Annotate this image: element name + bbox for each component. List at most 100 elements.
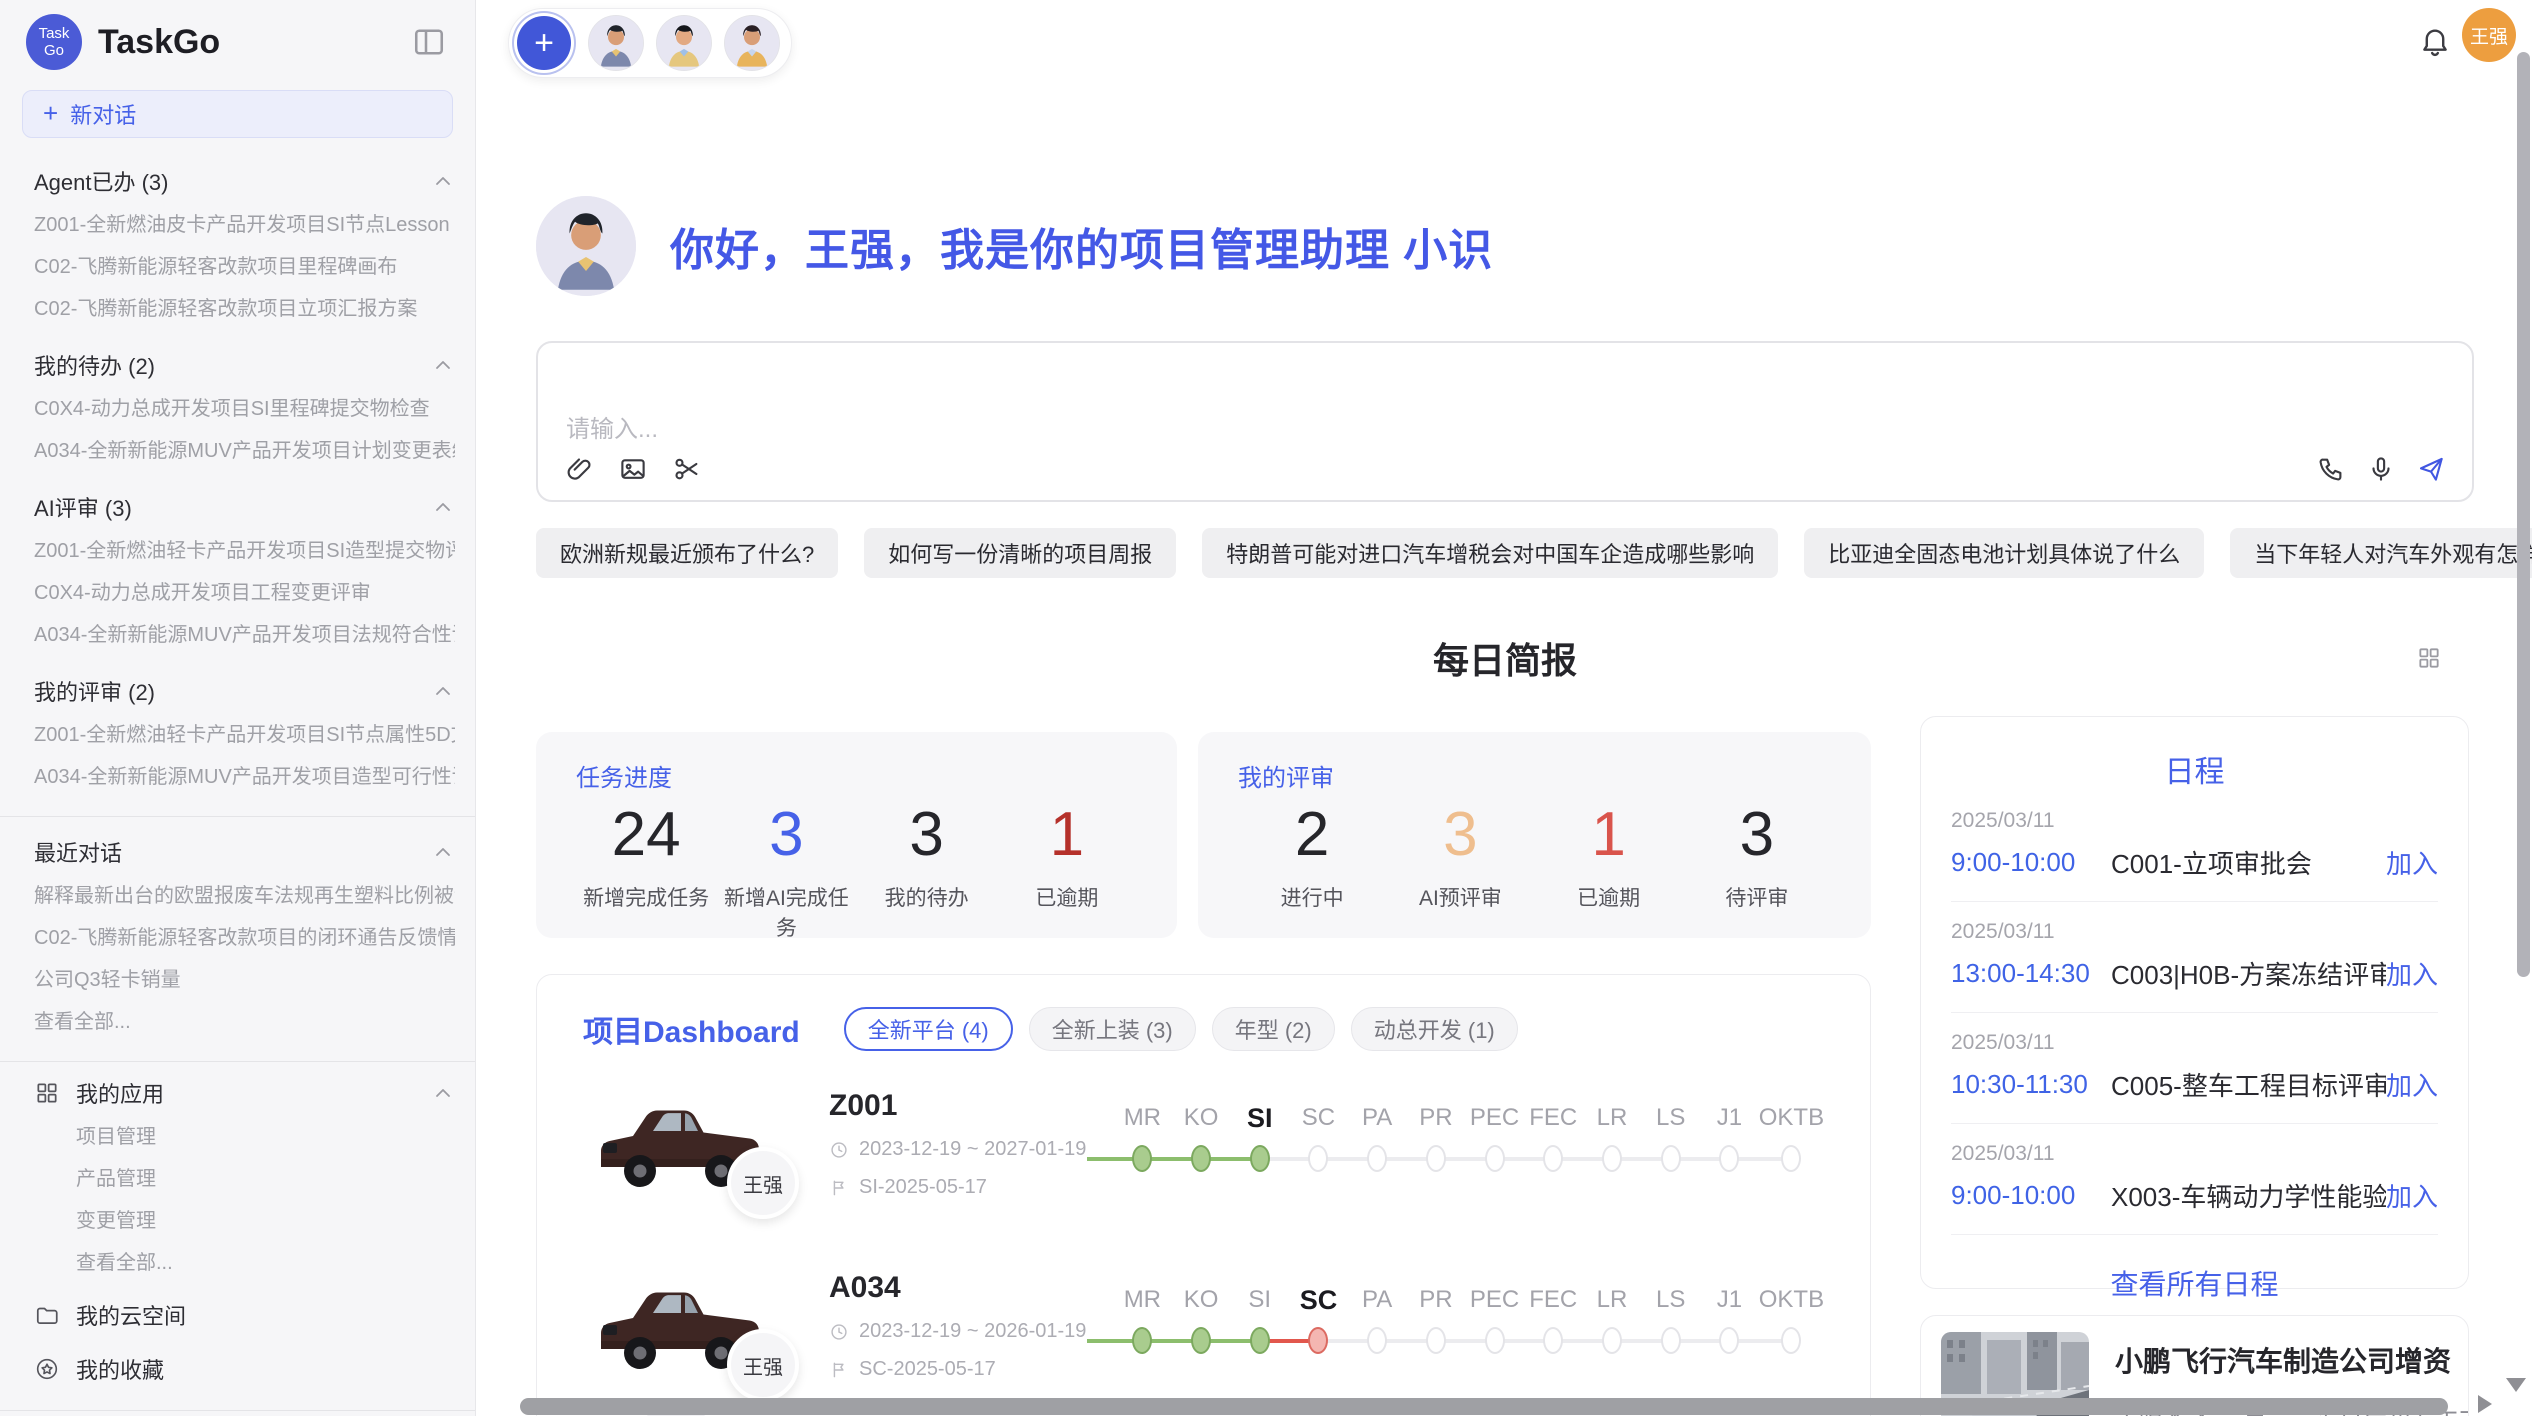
agent-switcher: + [508,8,792,78]
stat-value: 2 [1238,799,1386,870]
suggestion-chip-3[interactable]: 特朗普可能对进口汽车增税会对中国车企造成哪些影响 [1202,528,1778,578]
sidebar-task-item[interactable]: 公司Q3轻卡销量 [34,959,455,1001]
microphone-icon[interactable] [2366,454,2396,484]
join-meeting-link[interactable]: 加入 [2386,955,2438,992]
sidebar-item-my-apps[interactable]: 我的应用 [34,1070,455,1116]
stat-card-title: 我的评审 [1238,758,1831,793]
horizontal-scrollbar-thumb[interactable] [520,1398,2448,1415]
milestone-FEC: FEC [1524,1097,1583,1185]
join-meeting-link[interactable]: 加入 [2386,1177,2438,1214]
section-header-tasks-0[interactable]: Agent已办 (3) [34,158,455,204]
dashboard-filter-4[interactable]: 动总开发 (1) [1351,1007,1518,1051]
new-chat-button[interactable]: + 新对话 [22,90,453,138]
sidebar-task-item[interactable]: C0X4-动力总成开发项目工程变更评审 [34,572,455,614]
milestone-label: KO [1172,1097,1231,1139]
schedule-date: 2025/03/11 [1951,1142,2438,1166]
chevron-up-icon[interactable] [431,169,455,193]
suggestion-chip-4[interactable]: 比亚迪全固态电池计划具体说了什么 [1804,528,2204,578]
milestone-dot [1719,1145,1739,1172]
milestone-KO: KO [1172,1279,1231,1367]
chevron-up-icon[interactable] [431,840,455,864]
app-item[interactable]: 产品管理 [34,1158,455,1200]
sidebar-task-item[interactable]: A034-全新新能源MUV产品开发项目计划变更表编写 [34,430,455,472]
join-meeting-link[interactable]: 加入 [2386,1066,2438,1103]
milestone-track: MRKOSISCPAPRPECFECLRLSJ1OKTB [1113,1097,1824,1185]
sidebar-task-item[interactable]: 查看全部... [34,1001,455,1043]
milestone-dot [1250,1145,1270,1172]
user-avatar[interactable]: 王强 [2462,8,2516,62]
schedule-title: 日程 [1951,747,2438,791]
chevron-up-icon[interactable] [431,679,455,703]
agent-avatar-2[interactable] [657,16,711,70]
agent-avatar-1[interactable] [589,16,643,70]
app-item[interactable]: 项目管理 [34,1116,455,1158]
section-header-tasks-2[interactable]: AI评审 (3) [34,484,455,530]
stat-cell: 2进行中 [1238,799,1386,912]
sidebar-task-item[interactable]: C02-飞腾新能源轻客改款项目的闭环通告反馈情况 [34,917,455,959]
sidebar-task-item[interactable]: C02-飞腾新能源轻客改款项目立项汇报方案 [34,288,455,330]
image-upload-icon[interactable] [618,454,648,484]
sidebar-task-item[interactable]: Z001-全新燃油轻卡产品开发项目SI节点属性5D文件评审 [34,714,455,756]
suggestion-chip-5[interactable]: 当下年轻人对汽车外观有怎样的喜好趋势 [2230,528,2532,578]
briefing-layout-icon[interactable] [2416,645,2442,671]
milestone-PEC: PEC [1465,1097,1524,1185]
stat-value: 3 [1386,799,1534,870]
section-header-tasks-1[interactable]: 我的待办 (2) [34,342,455,388]
assistant-hero: 你好，王强，我是你的项目管理助理 小识 [536,196,2474,296]
milestone-label: PEC [1465,1279,1524,1321]
stat-label: 已逾期 [1535,882,1683,912]
sidebar-task-item[interactable]: A034-全新新能源MUV产品开发项目造型可行性评审 [34,756,455,798]
milestone-LS: LS [1641,1279,1700,1367]
suggestion-chip-2[interactable]: 如何写一份清晰的项目周报 [864,528,1176,578]
scroll-right-arrow-icon[interactable] [2478,1395,2492,1413]
attachment-icon[interactable] [564,454,594,484]
stat-value: 3 [716,799,856,870]
dashboard-filter-3[interactable]: 年型 (2) [1212,1007,1335,1051]
sidebar-task-item[interactable]: C02-飞腾新能源轻客改款项目里程碑画布 [34,246,455,288]
milestone-dot [1132,1145,1152,1172]
sidebar-item-star[interactable]: 我的收藏 [34,1346,455,1392]
suggestion-chip-1[interactable]: 欧洲新规最近颁布了什么? [536,528,838,578]
sidebar-item-folder[interactable]: 我的云空间 [34,1292,455,1338]
milestone-dot [1250,1327,1270,1354]
add-agent-button[interactable]: + [517,16,571,70]
stat-value: 3 [1683,799,1831,870]
notification-bell-icon[interactable] [2418,24,2452,58]
project-row-Z001[interactable]: 王强Z0012023-12-19 ~ 2027-01-19SI-2025-05-… [583,1085,1824,1203]
vertical-scrollbar-thumb[interactable] [2517,52,2530,977]
assistant-avatar [536,196,636,296]
sidebar-divider [0,816,475,817]
sidebar-task-item[interactable]: C0X4-动力总成开发项目SI里程碑提交物检查 [34,388,455,430]
section-header-tasks-3[interactable]: 我的评审 (2) [34,668,455,714]
sidebar-task-item[interactable]: 解释最新出台的欧盟报废车法规再生塑料比例被调至15%... [34,875,455,917]
project-row-A034[interactable]: 王强A0342023-12-19 ~ 2026-01-19SC-2025-05-… [583,1267,1824,1385]
sidebar-divider [0,1410,475,1411]
scroll-down-arrow-icon[interactable] [2506,1378,2526,1392]
section-header-recent[interactable]: 最近对话 [34,829,455,875]
app-item[interactable]: 查看全部... [34,1242,455,1284]
milestone-dot [1719,1327,1739,1354]
view-all-schedule-link[interactable]: 查看所有日程 [1951,1263,2438,1303]
voice-call-icon[interactable] [2316,454,2346,484]
agent-avatar-3[interactable] [725,16,779,70]
dashboard-filter-1[interactable]: 全新平台 (4) [844,1007,1013,1051]
chevron-up-icon[interactable] [431,353,455,377]
sidebar-task-item[interactable]: A034-全新新能源MUV产品开发项目法规符合性评审 [34,614,455,656]
briefing-right-column: 日程 2025/03/119:00-10:00C001-立项审批会加入2025/… [1920,716,2469,1416]
app-item[interactable]: 变更管理 [34,1200,455,1242]
chevron-up-icon[interactable] [431,1081,455,1105]
chat-input[interactable]: 请输入... [536,341,2474,502]
milestone-dot [1367,1327,1387,1354]
screenshot-scissors-icon[interactable] [672,454,702,484]
send-icon[interactable] [2416,454,2446,484]
stat-label: 已逾期 [997,882,1137,912]
chevron-up-icon[interactable] [431,495,455,519]
dashboard-filter-2[interactable]: 全新上装 (3) [1029,1007,1196,1051]
project-node: SI-2025-05-17 [829,1176,1097,1199]
sidebar-collapse-icon[interactable] [411,24,447,60]
project-code: Z001 [829,1089,1097,1123]
sidebar-task-item[interactable]: Z001-全新燃油轻卡产品开发项目SI造型提交物评审 [34,530,455,572]
sidebar-task-item[interactable]: Z001-全新燃油皮卡产品开发项目SI节点Lesson Learn报告 [34,204,455,246]
my-apps-label: 我的应用 [76,1077,164,1109]
join-meeting-link[interactable]: 加入 [2386,844,2438,881]
